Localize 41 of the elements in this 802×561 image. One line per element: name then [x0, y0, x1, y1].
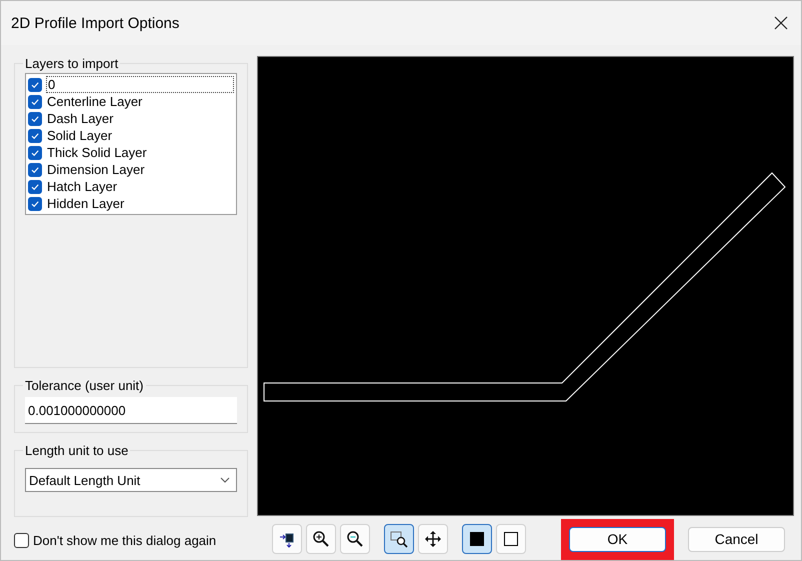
- pan-button[interactable]: [418, 524, 448, 554]
- zoom-out-icon: [346, 530, 364, 548]
- checkbox[interactable]: [14, 533, 29, 548]
- checkbox[interactable]: [28, 112, 42, 126]
- layer-item[interactable]: Thick Solid Layer: [46, 145, 148, 160]
- empty-square-icon: [502, 530, 520, 548]
- close-icon[interactable]: [774, 16, 788, 30]
- zoom-window-button[interactable]: [384, 524, 414, 554]
- length-unit-dropdown[interactable]: Default Length Unit: [25, 468, 237, 492]
- chevron-down-icon: [220, 477, 230, 483]
- layer-item[interactable]: Hatch Layer: [46, 179, 118, 194]
- checkbox[interactable]: [28, 128, 42, 142]
- zoom-in-icon: [312, 530, 330, 548]
- group-title: Tolerance (user unit): [24, 378, 144, 393]
- checkbox-label: Don't show me this dialog again: [33, 533, 216, 548]
- zoom-window-icon: [390, 530, 408, 548]
- fit-button[interactable]: [272, 524, 302, 554]
- layer-item[interactable]: Dash Layer: [46, 111, 114, 126]
- layer-item[interactable]: Hidden Layer: [46, 196, 126, 211]
- checkbox[interactable]: [28, 162, 42, 176]
- group-title: Layers to import: [24, 56, 120, 71]
- checkbox[interactable]: [28, 196, 42, 210]
- filled-button[interactable]: [462, 524, 492, 554]
- checkbox[interactable]: [28, 78, 42, 92]
- layer-item[interactable]: 0: [46, 76, 234, 93]
- layer-item[interactable]: Dimension Layer: [46, 162, 146, 177]
- checkbox[interactable]: [28, 146, 42, 160]
- window-title: 2D Profile Import Options: [11, 14, 180, 32]
- outline-button[interactable]: [496, 524, 526, 554]
- tolerance-field[interactable]: 0.001000000000: [25, 397, 237, 424]
- filled-square-icon: [468, 530, 486, 548]
- checkbox[interactable]: [28, 94, 42, 108]
- ok-button[interactable]: OK: [569, 526, 666, 552]
- zoom-in-button[interactable]: [306, 524, 336, 554]
- layer-item[interactable]: Solid Layer: [46, 128, 114, 143]
- checkbox[interactable]: [28, 180, 42, 194]
- cancel-button[interactable]: Cancel: [688, 526, 785, 552]
- zoom-out-button[interactable]: [340, 524, 370, 554]
- layer-item[interactable]: Centerline Layer: [46, 94, 144, 109]
- group-title: Length unit to use: [24, 443, 130, 458]
- move-arrows-icon: [424, 530, 442, 548]
